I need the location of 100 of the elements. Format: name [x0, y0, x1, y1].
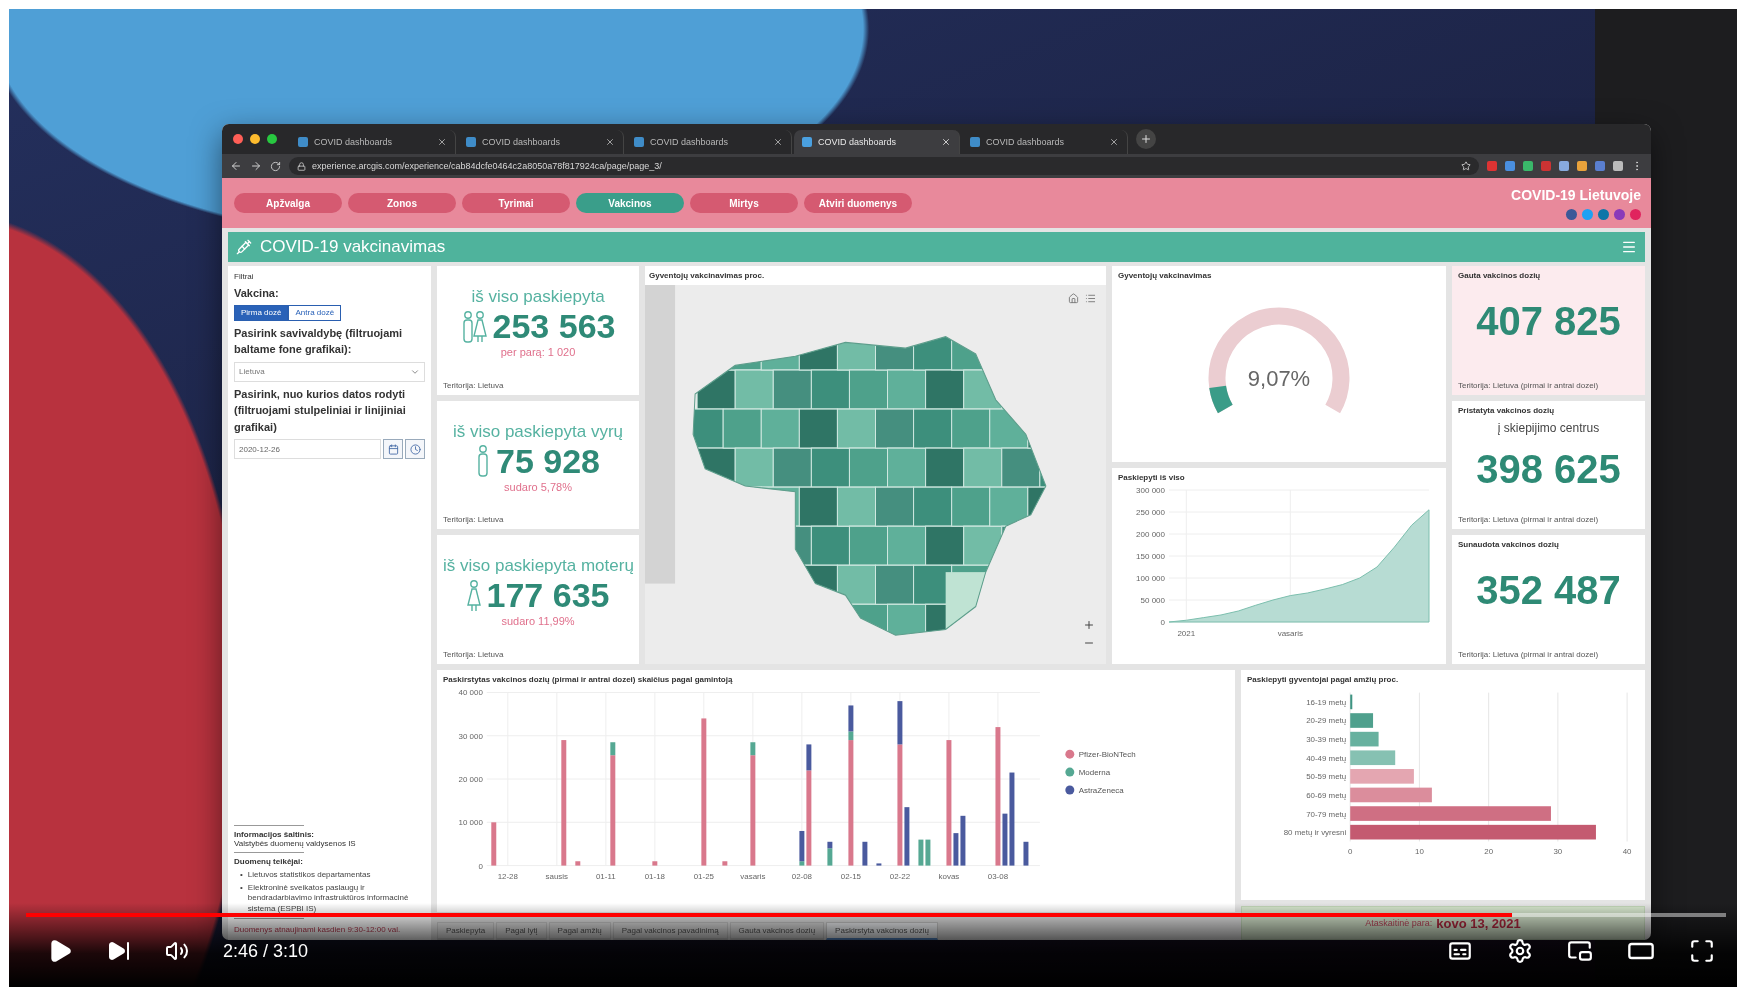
- bar: [1023, 841, 1029, 866]
- url-text: experience.arcgis.com/experience/cab84dcfe0464c2a8050a78f817924ca/page/page_3/: [312, 161, 662, 171]
- nav-button[interactable]: Tyrimai: [462, 193, 570, 213]
- url-field[interactable]: experience.arcgis.com/experience/cab84dcfe0464c2a8050a78f817924ca/page/page_3/: [289, 157, 1479, 175]
- settings-button[interactable]: [1507, 938, 1533, 964]
- card-title: Paskiepyti gyventojai pagal amžių proc.: [1247, 675, 1400, 684]
- arrow-right-icon: [250, 160, 262, 172]
- view-tab[interactable]: Pagal amžių: [548, 922, 611, 940]
- providers-label: Duomenų teikėjai:: [234, 857, 304, 867]
- syringe-icon: [236, 239, 252, 255]
- star-icon[interactable]: [1461, 161, 1471, 171]
- card-footer: Teritorija: Lietuva (pirmai ir antrai dozei): [1458, 380, 1639, 390]
- bar: [575, 861, 581, 866]
- view-tab[interactable]: Paskiepyta: [437, 922, 495, 940]
- card-title: Gauta vakcinos dozių: [1458, 271, 1542, 280]
- view-tab[interactable]: Pagal lytį: [496, 922, 547, 940]
- close-icon[interactable]: [1109, 137, 1119, 147]
- close-icon[interactable]: [605, 137, 615, 147]
- axis-label: 01-25: [693, 871, 714, 881]
- social-icon[interactable]: [1598, 208, 1609, 220]
- miniplayer-button[interactable]: [1567, 938, 1593, 964]
- axis-label: 10: [1415, 847, 1424, 857]
- axis-label: 100 000: [1136, 574, 1165, 583]
- social-icon[interactable]: [1566, 208, 1577, 220]
- nav-button[interactable]: Apžvalga: [234, 193, 342, 213]
- view-tab[interactable]: Gauta vakcinos dozių: [729, 922, 825, 940]
- social-icon[interactable]: [1630, 208, 1641, 220]
- axis-label: 250 000: [1136, 508, 1165, 517]
- bar: [491, 822, 497, 866]
- tab-title: COVID dashboards: [482, 137, 562, 147]
- provider-item: Elektroninė sveikatos paslaugų ir bendradarbiavimo infrastruktūros informacinė sistema (ESPBI IS): [247, 882, 410, 914]
- axis-label: 03-08: [987, 871, 1009, 881]
- bar: [862, 841, 868, 866]
- card-title: Pristatyta vakcinos dozių: [1458, 405, 1556, 415]
- nav-button[interactable]: Vakcinos: [576, 193, 684, 213]
- bar: [1350, 750, 1396, 766]
- back-button[interactable]: [230, 160, 242, 172]
- close-icon[interactable]: [941, 137, 951, 147]
- axis-label: 20-29 metų: [1306, 716, 1347, 726]
- card-footer: Teritorija: Lietuva: [443, 515, 633, 525]
- close-icon[interactable]: [437, 137, 447, 147]
- dose-toggle[interactable]: Pirma dozė: [234, 304, 289, 321]
- dose-value: 352 487: [1475, 567, 1622, 613]
- axis-label: 0: [478, 861, 483, 871]
- menu-button[interactable]: [1621, 239, 1637, 255]
- date-value: kovo 13, 2021: [1436, 915, 1521, 931]
- axis-label: 2021: [1177, 629, 1196, 638]
- list-button[interactable]: [1085, 293, 1096, 304]
- next-button[interactable]: [107, 939, 131, 963]
- home-button[interactable]: [1068, 293, 1079, 304]
- dose-toggle[interactable]: Antra dozė: [288, 304, 342, 321]
- favicon-icon: [634, 137, 644, 147]
- axis-label: 40: [1622, 847, 1632, 857]
- update-note: Duomenys atnaujinami kasdien 9:30-12:00 val.: [234, 925, 402, 934]
- axis-label: 01-11: [595, 871, 616, 881]
- kpi-value: 75 928: [496, 441, 600, 481]
- page-title: COVID-19 vakcinavimas: [260, 237, 446, 257]
- axis-label: 02-08: [791, 871, 813, 881]
- axis-label: kovas: [938, 871, 960, 881]
- axis-label: 40-49 metų: [1306, 753, 1347, 763]
- reload-button[interactable]: [270, 160, 281, 172]
- nav-button[interactable]: Zonos: [348, 193, 456, 213]
- date-field[interactable]: 2020-12-26: [234, 439, 381, 459]
- close-icon[interactable]: [773, 137, 783, 147]
- calendar-button[interactable]: [383, 439, 403, 459]
- miniplayer-icon: [1567, 938, 1593, 964]
- axis-label: 30-39 metų: [1306, 735, 1347, 745]
- municipality-dropdown[interactable]: Lietuva: [234, 361, 425, 382]
- list-icon: [1085, 293, 1096, 304]
- bar: [722, 861, 728, 866]
- social-icon[interactable]: [1614, 208, 1625, 220]
- zoom-in-button[interactable]: [1082, 618, 1096, 632]
- field-label: Pasirink, nuo kurios datos rodyti (filtruojami stulpeliniai ir linijiniai grafikai): [234, 386, 407, 435]
- nav-button[interactable]: Mirtys: [690, 193, 798, 213]
- axis-label: 02-15: [840, 871, 862, 881]
- axis-label: 80 metų ir vyresni: [1283, 828, 1347, 838]
- axis-label: 12-28: [497, 871, 518, 881]
- window-controls-icon[interactable]: [232, 133, 278, 145]
- view-tab[interactable]: Pagal vakcinos pavadinimą: [612, 922, 728, 940]
- axis-label: 200 000: [1136, 530, 1165, 539]
- source-text: Valstybės duomenų valdysenos IS: [234, 839, 357, 849]
- browser-tab[interactable]: COVID dashboards: [794, 130, 960, 154]
- view-tab[interactable]: Paskirstyta vakcinos dozių: [826, 922, 938, 940]
- calendar-icon: [387, 443, 399, 455]
- fullscreen-icon: [1689, 938, 1715, 964]
- clock-button[interactable]: [405, 439, 425, 459]
- menu-icon: [1621, 239, 1637, 255]
- nav-button[interactable]: Atviri duomenys: [804, 193, 912, 213]
- card-title: Sunaudota vakcinos dozių: [1458, 540, 1560, 550]
- axis-label: 50-59 metų: [1306, 772, 1347, 782]
- forward-button[interactable]: [250, 160, 262, 172]
- axis-label: 16-19 metų: [1306, 697, 1347, 707]
- fullscreen-button[interactable]: [1689, 938, 1715, 964]
- volume-button[interactable]: [165, 939, 189, 963]
- card-footer: Teritorija: Lietuva: [443, 650, 633, 659]
- new-tab-button[interactable]: [1136, 129, 1156, 149]
- reload-icon: [270, 160, 281, 172]
- panel-title: Filtrai: [234, 272, 255, 281]
- axis-label: 01-18: [644, 871, 665, 881]
- kpi-title: iš viso paskiepyta vyrų: [451, 421, 625, 442]
